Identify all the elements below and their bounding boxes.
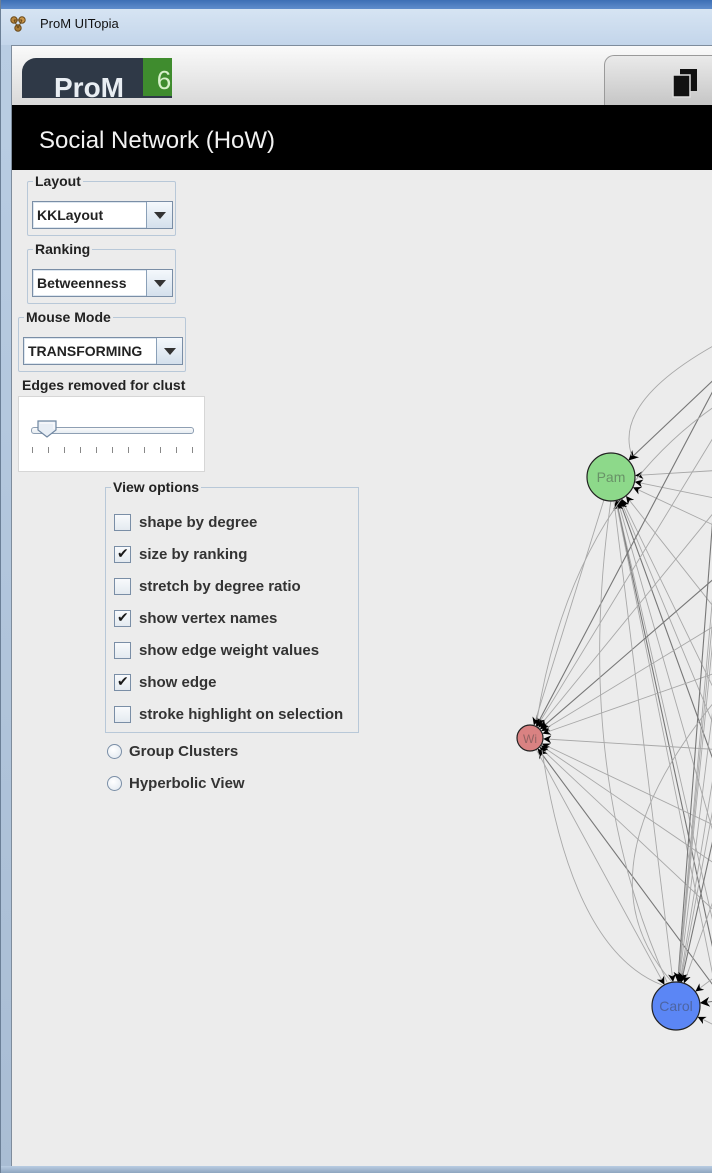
logo-text: ProM	[54, 72, 124, 98]
main-content: ProM 6 Social Network (HoW) Layout KKLay…	[11, 45, 712, 1169]
window-title: ProM UITopia	[40, 16, 119, 31]
graph-edge	[634, 479, 712, 499]
graph-node[interactable]: Wi	[516, 724, 544, 752]
graph-edge	[529, 737, 665, 985]
social-network-graph[interactable]: Pam Wi Carol	[12, 170, 712, 1170]
graph-edge	[616, 500, 712, 830]
graph-node[interactable]: Carol	[651, 981, 701, 1031]
graph-edge	[536, 407, 712, 721]
graph-edge	[541, 626, 712, 732]
title-bar-edge	[1, 0, 712, 9]
prom-logo: ProM 6	[22, 58, 172, 98]
title-bar: ProM UITopia	[1, 0, 712, 45]
graph-edge	[532, 476, 612, 726]
graph-node-label: Carol	[659, 998, 692, 1014]
application-window: ProM UITopia ProM 6 Social Network (HoW)…	[0, 0, 712, 1173]
graph-edge	[635, 470, 712, 480]
graph-edge	[628, 346, 712, 457]
graph-edge	[539, 579, 712, 730]
view-title-bar: Social Network (HoW)	[12, 105, 712, 170]
graph-edge	[541, 749, 663, 986]
graph-node[interactable]: Pam	[586, 452, 636, 502]
graph-edges	[529, 346, 712, 1025]
graph-edge	[697, 1016, 712, 1025]
window-bottom-edge	[1, 1166, 712, 1173]
graph-node-label: Pam	[597, 469, 626, 485]
prom-header: ProM 6	[12, 46, 712, 105]
graph-edge	[699, 996, 712, 1007]
copy-icon	[672, 69, 697, 98]
graph-node-label: Wi	[523, 732, 537, 746]
view-title: Social Network (HoW)	[39, 127, 276, 154]
workspace-tab[interactable]	[604, 55, 712, 105]
prom-app-icon	[10, 16, 26, 32]
logo-version: 6	[143, 58, 172, 96]
graph-edge	[542, 673, 712, 735]
graph-edge	[541, 743, 712, 825]
graph-edge	[628, 380, 712, 461]
graph-edge	[538, 514, 712, 728]
graph-edge	[632, 487, 712, 525]
graph-edge	[613, 500, 712, 948]
graph-edge	[536, 391, 712, 727]
